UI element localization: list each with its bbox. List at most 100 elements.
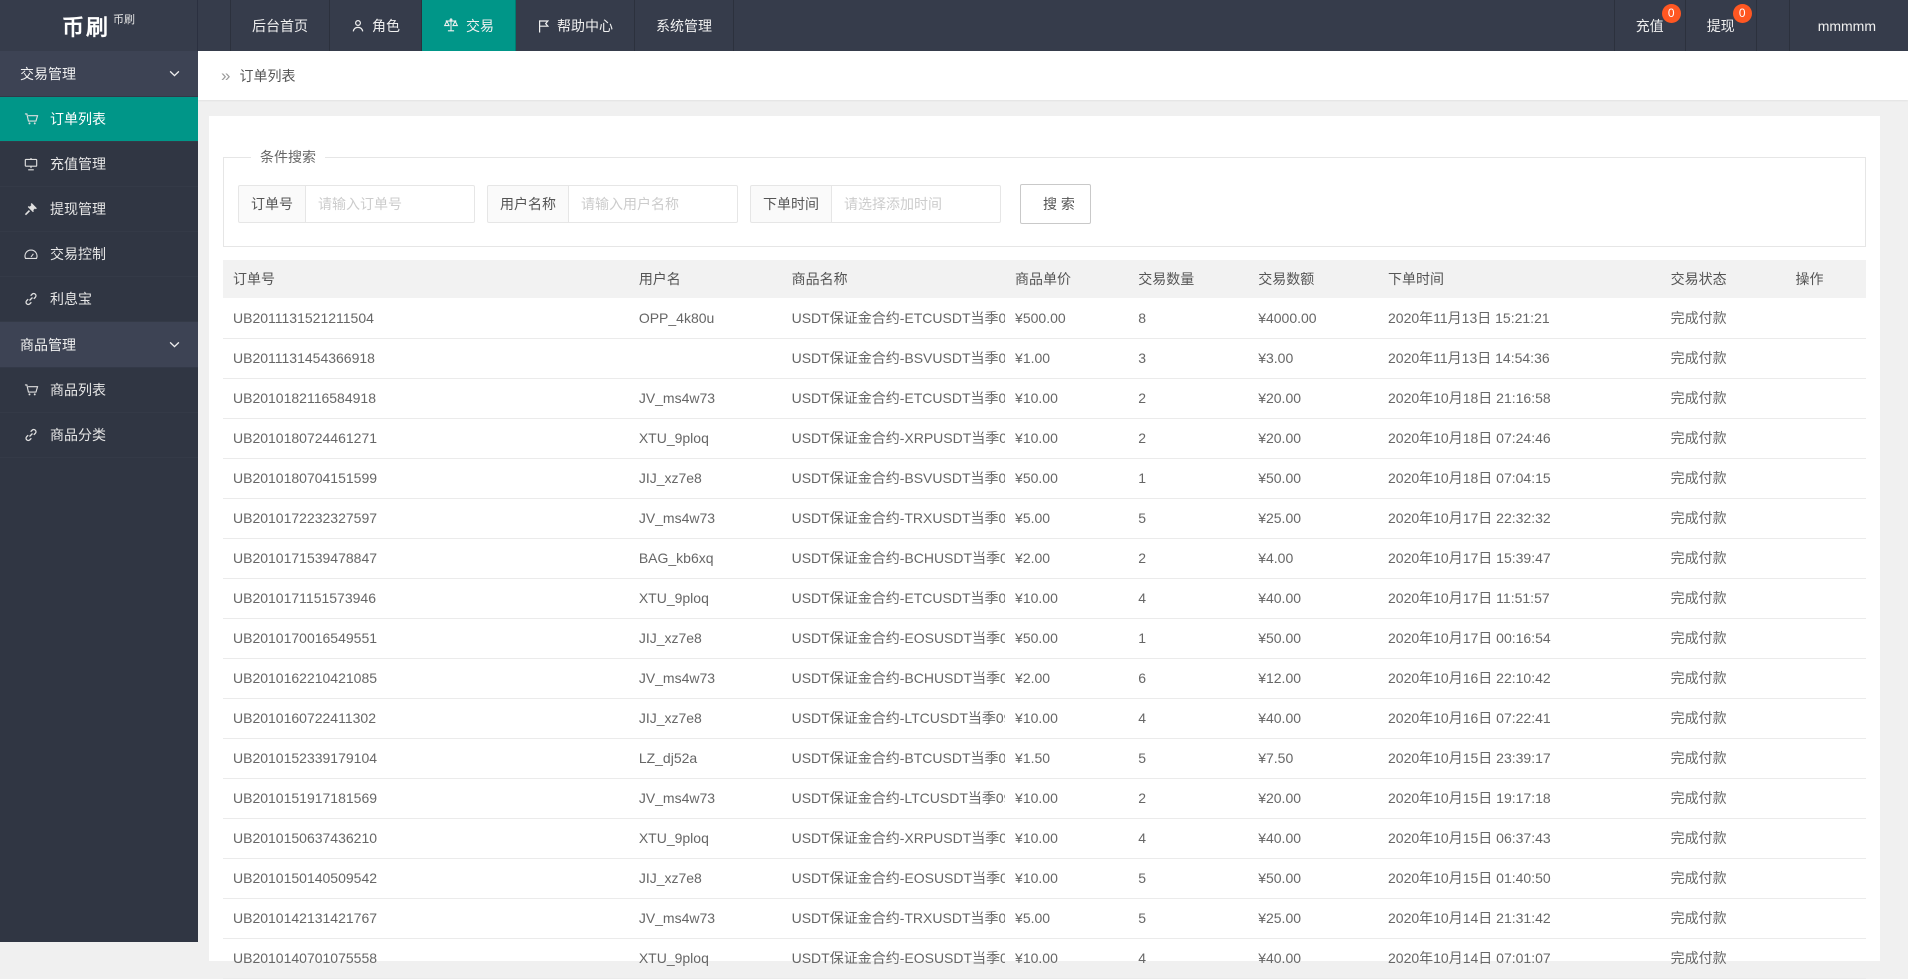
table-row: UB2010150140509542JIJ_xz7e8USDT保证金合约-EOS… [223,858,1866,898]
table-cell: XTU_9ploq [629,818,782,858]
table-cell: 2020年10月18日 21:16:58 [1378,378,1661,418]
top-navbar: 币刷 币刷 后台首页角色交易帮助中心系统管理 充值 0 提现 0 mmmmm [0,0,1908,51]
table-cell: UB2011131454366918 [223,338,629,378]
topnav-item-label: 角色 [372,16,400,36]
person-icon [351,19,365,33]
table-cell: UB2010162210421085 [223,658,629,698]
sidebar-item-lixibao[interactable]: 利息宝 [0,277,198,322]
sidebar-item-label: 交易控制 [50,244,106,264]
table-cell: XTU_9ploq [629,578,782,618]
table-cell: USDT保证金合约-BSVUSDT当季0926 [782,458,1005,498]
table-cell [1785,538,1866,578]
breadcrumb-current: 订单列表 [239,66,295,86]
table-cell [1785,418,1866,458]
table-cell: UB2010142131421767 [223,898,629,938]
topnav-item-trade[interactable]: 交易 [422,0,516,51]
breadcrumb: » 订单列表 [198,51,1908,100]
username-text: mmmmm [1818,18,1876,34]
table-row: UB2011131521211504OPP_4k80uUSDT保证金合约-ETC… [223,298,1866,338]
sidebar-section-title[interactable]: 商品管理 [0,322,198,368]
sidebar-item-label: 订单列表 [50,109,106,129]
table-cell: OPP_4k80u [629,298,782,338]
table-cell [1785,658,1866,698]
username-input[interactable] [569,185,738,223]
table-row: UB2010172232327597JV_ms4w73USDT保证金合约-TRX… [223,498,1866,538]
topnav-item-help-center[interactable]: 帮助中心 [516,0,635,51]
table-cell: JV_ms4w73 [629,898,782,938]
table-cell: USDT保证金合约-TRXUSDT当季0926 [782,498,1005,538]
table-column-header: 操作 [1785,260,1866,298]
search-button[interactable]: 搜 索 [1020,184,1091,224]
table-cell: 2020年10月18日 07:24:46 [1378,418,1661,458]
table-cell: ¥10.00 [1005,418,1128,458]
topnav-item-roles[interactable]: 角色 [330,0,422,51]
topnav-item-label: 帮助中心 [557,16,613,36]
table-row: UB2010180724461271XTU_9ploqUSDT保证金合约-XRP… [223,418,1866,458]
table-cell: 完成付款 [1661,658,1786,698]
table-cell: ¥20.00 [1248,778,1378,818]
table-cell: ¥10.00 [1005,818,1128,858]
table-cell: BAG_kb6xq [629,538,782,578]
recharge-badge: 0 [1662,4,1681,23]
recharge-button[interactable]: 充值 0 [1614,0,1685,51]
table-cell: 2020年10月15日 01:40:50 [1378,858,1661,898]
table-cell: UB2010150637436210 [223,818,629,858]
table-cell: ¥50.00 [1248,458,1378,498]
table-cell: ¥2.00 [1005,658,1128,698]
order-time-field-group: 下单时间 [750,185,1001,223]
table-cell [1785,618,1866,658]
table-cell: LZ_dj52a [629,738,782,778]
sidebar-item-withdraw-mgmt[interactable]: 提现管理 [0,187,198,232]
order-no-input[interactable] [306,185,475,223]
table-cell: USDT保证金合约-XRPUSDT当季0926 [782,818,1005,858]
table-cell: UB2010171151573946 [223,578,629,618]
table-cell: JV_ms4w73 [629,778,782,818]
topnav-item-label: 交易 [466,16,494,36]
table-row: UB2010142131421767JV_ms4w73USDT保证金合约-TRX… [223,898,1866,938]
sidebar-item-label: 提现管理 [50,199,106,219]
table-cell: ¥40.00 [1248,698,1378,738]
sidebar-item-recharge-mgmt[interactable]: 充值管理 [0,142,198,187]
table-cell [1785,298,1866,338]
table-cell: USDT保证金合约-EOSUSDT当季0926 [782,618,1005,658]
topnav-item-dashboard[interactable]: 后台首页 [231,0,330,51]
table-cell: 完成付款 [1661,578,1786,618]
sidebar-item-goods-category[interactable]: 商品分类 [0,413,198,458]
table-cell: 2020年10月16日 07:22:41 [1378,698,1661,738]
table-column-header: 商品名称 [782,260,1005,298]
refresh-button[interactable] [1756,0,1789,51]
brand-logo-text: 币刷 [62,10,110,42]
breadcrumb-icon: » [221,67,230,84]
search-button-label: 搜 索 [1043,194,1075,214]
table-cell: 完成付款 [1661,298,1786,338]
sidebar-item-trade-control[interactable]: 交易控制 [0,232,198,277]
withdraw-button[interactable]: 提现 0 [1685,0,1756,51]
table-cell: USDT保证金合约-BCHUSDT当季0926 [782,538,1005,578]
table-cell: 1 [1128,458,1248,498]
menu-collapse-button[interactable] [198,0,231,51]
order-time-input[interactable] [832,185,1001,223]
table-cell: UB2010171539478847 [223,538,629,578]
table-cell: 4 [1128,938,1248,978]
table-cell: 完成付款 [1661,618,1786,658]
sidebar-item-goods-list[interactable]: 商品列表 [0,368,198,413]
orders-table: 订单号用户名商品名称商品单价交易数量交易数额下单时间交易状态操作 UB20111… [223,260,1866,979]
user-menu[interactable]: mmmmm [1789,0,1908,51]
order-time-field-label: 下单时间 [750,185,832,223]
topnav-right: 充值 0 提现 0 mmmmm [1614,0,1908,51]
table-cell: 2020年10月17日 22:32:32 [1378,498,1661,538]
sidebar-item-label: 充值管理 [50,154,106,174]
chevron-down-icon [169,70,180,77]
board-icon [22,157,40,171]
topnav-item-system[interactable]: 系统管理 [635,0,734,51]
table-header-row: 订单号用户名商品名称商品单价交易数量交易数额下单时间交易状态操作 [223,260,1866,298]
search-row: 订单号用户名称下单时间 搜 索 [238,184,1851,224]
table-cell: ¥2.00 [1005,538,1128,578]
table-cell: 完成付款 [1661,338,1786,378]
recharge-label: 充值 [1636,16,1664,36]
table-cell: USDT保证金合约-LTCUSDT当季0926 [782,778,1005,818]
sidebar-section-title[interactable]: 交易管理 [0,51,198,97]
table-row: UB2010150637436210XTU_9ploqUSDT保证金合约-XRP… [223,818,1866,858]
table-cell: 5 [1128,498,1248,538]
sidebar-item-order-list[interactable]: 订单列表 [0,97,198,142]
